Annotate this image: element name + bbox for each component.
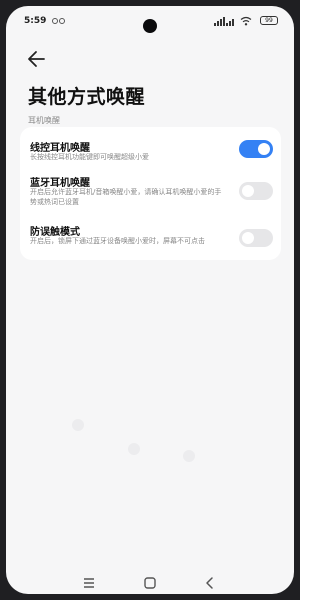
section-header: 耳机唤醒 <box>28 116 60 125</box>
status-time: 5:59 <box>24 16 47 26</box>
background-dot <box>72 419 84 431</box>
page-title: 其他方式唤醒 <box>28 86 146 108</box>
status-bar: 5:59 99 <box>6 6 294 36</box>
back-button[interactable] <box>26 48 48 70</box>
screen: 5:59 99 其他方式唤醒 耳机唤醒 线控耳机唤醒 长按线控耳机功能键即可唤醒… <box>6 6 294 594</box>
background-dot <box>183 450 195 462</box>
menu-icon[interactable] <box>80 574 98 592</box>
status-indicators: 99 <box>208 15 278 27</box>
setting-description: 长按线控耳机功能键即可唤醒超级小爱 <box>30 153 149 161</box>
toggle-knob <box>258 143 270 155</box>
back-chevron-icon[interactable] <box>201 574 219 592</box>
toggle-knob <box>242 232 254 244</box>
setting-description: 开启后，锁屏下通过蓝牙设备唤醒小爱时，屏幕不可点击 <box>30 237 205 245</box>
setting-anti-mistouch-mode[interactable]: 防误触模式 开启后，锁屏下通过蓝牙设备唤醒小爱时，屏幕不可点击 <box>20 220 281 256</box>
setting-bluetooth-headset-wake[interactable]: 蓝牙耳机唤醒 开启后允许蓝牙耳机/音箱唤醒小爱，请确认耳机唤醒小爱的手势或热词已… <box>20 171 281 217</box>
front-camera <box>143 19 157 33</box>
wifi-icon <box>240 16 252 26</box>
phone-frame: 5:59 99 其他方式唤醒 耳机唤醒 线控耳机唤醒 长按线控耳机功能键即可唤醒… <box>0 0 300 600</box>
notification-icons <box>52 18 65 24</box>
bluetooth-headset-wake-toggle[interactable] <box>239 182 273 200</box>
navigation-bar <box>6 572 294 594</box>
signal-icon <box>214 17 234 26</box>
anti-mistouch-mode-toggle[interactable] <box>239 229 273 247</box>
setting-wired-headset-wake[interactable]: 线控耳机唤醒 长按线控耳机功能键即可唤醒超级小爱 <box>20 127 281 167</box>
background-dot <box>128 443 140 455</box>
home-square-icon[interactable] <box>141 574 159 592</box>
wired-headset-wake-toggle[interactable] <box>239 140 273 158</box>
battery-icon: 99 <box>260 16 278 25</box>
settings-card: 线控耳机唤醒 长按线控耳机功能键即可唤醒超级小爱 蓝牙耳机唤醒 开启后允许蓝牙耳… <box>20 127 281 260</box>
toggle-knob <box>242 185 254 197</box>
setting-description: 开启后允许蓝牙耳机/音箱唤醒小爱，请确认耳机唤醒小爱的手势或热词已设置 <box>30 188 222 206</box>
